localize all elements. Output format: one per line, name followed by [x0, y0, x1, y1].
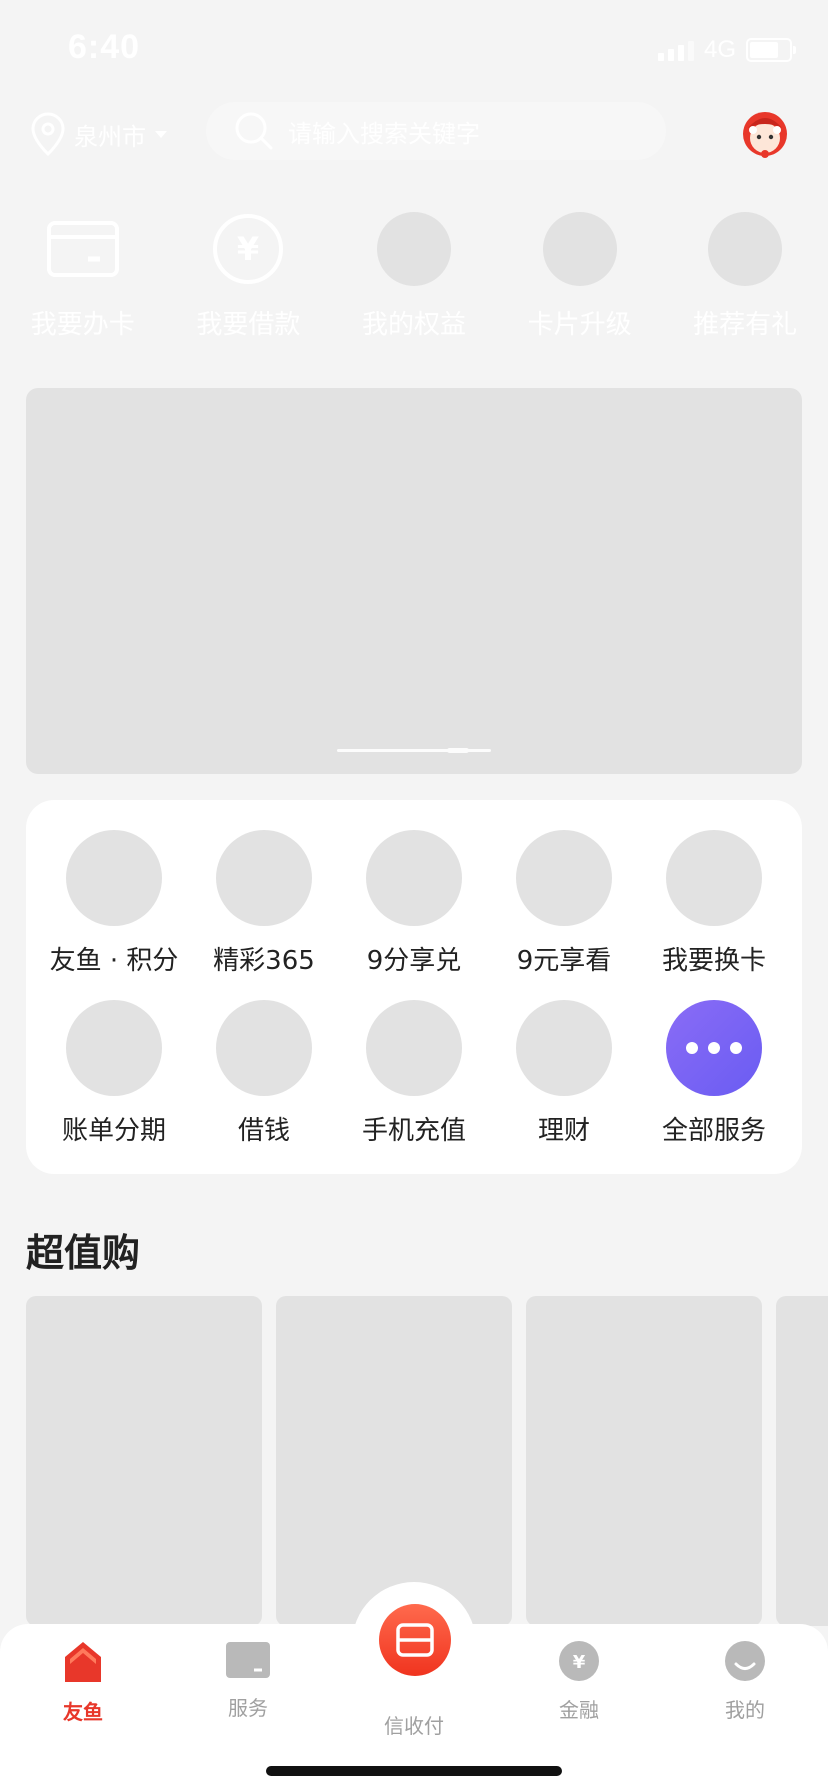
placeholder-icon: [366, 830, 462, 926]
yen-coin-icon: ¥: [211, 212, 285, 286]
status-time: 6:40: [68, 28, 141, 66]
banner-carousel[interactable]: [26, 388, 802, 774]
service-label: 全部服务: [661, 1116, 766, 1146]
home-indicator: [266, 1766, 562, 1776]
service-9fen-exchange[interactable]: 9分享兑: [339, 830, 489, 1000]
carousel-active-dot: [447, 748, 469, 753]
quick-entry-loan[interactable]: ¥ 我要借款: [166, 212, 332, 341]
placeholder-icon: [66, 830, 162, 926]
service-label: 账单分期: [61, 1116, 166, 1146]
placeholder-icon: [516, 1000, 612, 1096]
svg-text:¥: ¥: [237, 230, 259, 268]
service-label: 借钱: [237, 1116, 290, 1146]
quick-entry-label: 我的权益: [361, 310, 466, 340]
service-jingcai365[interactable]: 精彩365: [189, 830, 339, 1000]
service-label: 9分享兑: [366, 946, 462, 976]
location-pin-icon: [31, 112, 65, 156]
tab-finance[interactable]: ¥ 金融: [496, 1640, 662, 1723]
search-bar[interactable]: 请输入搜索关键字: [206, 102, 666, 160]
quick-entry-label: 推荐有礼: [693, 310, 798, 340]
service-label: 理财: [537, 1116, 590, 1146]
service-9yuan-watch[interactable]: 9元享看: [489, 830, 639, 1000]
service-label: 精彩365: [213, 946, 315, 976]
location-selector[interactable]: 泉州市: [30, 112, 168, 156]
carousel-indicator: [337, 748, 491, 753]
quick-entry-rights[interactable]: 我的权益: [331, 212, 497, 341]
tab-label: 友鱼: [63, 1700, 103, 1724]
quick-entry-apply-card[interactable]: 我要办卡: [0, 212, 166, 341]
placeholder-icon: [366, 1000, 462, 1096]
battery-icon: [746, 38, 796, 62]
product-card[interactable]: [526, 1296, 762, 1626]
quick-entry-label: 我要借款: [196, 310, 301, 340]
status-indicators: 4G: [657, 36, 796, 64]
service-borrow[interactable]: 借钱: [189, 1000, 339, 1170]
profile-icon: [725, 1641, 765, 1681]
city-label: 泉州市: [74, 122, 146, 151]
quick-entry-label: 我要办卡: [30, 310, 135, 340]
search-icon: [235, 112, 273, 150]
search-placeholder: 请输入搜索关键字: [288, 119, 480, 148]
service-mobile-topup[interactable]: 手机充值: [339, 1000, 489, 1170]
yen-icon: ¥: [559, 1641, 599, 1681]
card-icon: [46, 212, 120, 286]
home-icon: [65, 1642, 101, 1682]
quick-entry-referral[interactable]: 推荐有礼: [662, 212, 828, 341]
placeholder-icon: [216, 1000, 312, 1096]
service-label: 9元享看: [516, 946, 612, 976]
more-icon: [666, 1000, 762, 1096]
services-card: 友鱼 · 积分 精彩365 9分享兑 9元享看 我要换卡 账单分期 借钱 手机充…: [26, 800, 802, 1174]
signal-icon: [657, 39, 694, 61]
tab-home[interactable]: 友鱼: [0, 1640, 166, 1725]
service-points[interactable]: 友鱼 · 积分: [39, 830, 189, 1000]
product-card[interactable]: [26, 1296, 262, 1626]
tab-label: 服务: [228, 1696, 268, 1720]
tab-label: 信收付: [384, 1714, 444, 1738]
service-label: 友鱼 · 积分: [49, 946, 179, 976]
placeholder-icon: [516, 830, 612, 926]
svg-text:¥: ¥: [573, 1652, 586, 1673]
tab-label: 金融: [559, 1698, 599, 1722]
avatar[interactable]: [740, 108, 790, 158]
mascot-avatar-icon: [743, 112, 787, 158]
tab-profile[interactable]: 我的: [662, 1640, 828, 1723]
quick-entries: 我要办卡 ¥ 我要借款 我的权益 卡片升级 推荐有礼: [0, 212, 828, 341]
quick-entry-upgrade[interactable]: 卡片升级: [497, 212, 663, 341]
placeholder-icon: [666, 830, 762, 926]
service-change-card[interactable]: 我要换卡: [639, 830, 789, 1000]
placeholder-icon: [66, 1000, 162, 1096]
service-wealth[interactable]: 理财: [489, 1000, 639, 1170]
product-card[interactable]: [276, 1296, 512, 1626]
service-label: 我要换卡: [661, 946, 766, 976]
service-installment[interactable]: 账单分期: [39, 1000, 189, 1170]
placeholder-icon: [542, 212, 617, 286]
product-card[interactable]: [776, 1296, 828, 1626]
service-card-icon: [226, 1642, 270, 1678]
tab-pay[interactable]: 信收付: [331, 1640, 497, 1739]
quick-entry-label: 卡片升级: [527, 310, 632, 340]
section-title: 超值购: [26, 1231, 141, 1275]
tab-label: 我的: [725, 1698, 765, 1722]
tab-services[interactable]: 服务: [165, 1640, 331, 1721]
placeholder-icon: [376, 212, 451, 286]
caret-down-icon: [155, 131, 167, 138]
network-label: 4G: [703, 36, 736, 63]
placeholder-icon: [708, 212, 783, 286]
service-label: 手机充值: [361, 1116, 466, 1146]
placeholder-icon: [216, 830, 312, 926]
service-all[interactable]: 全部服务: [639, 1000, 789, 1170]
